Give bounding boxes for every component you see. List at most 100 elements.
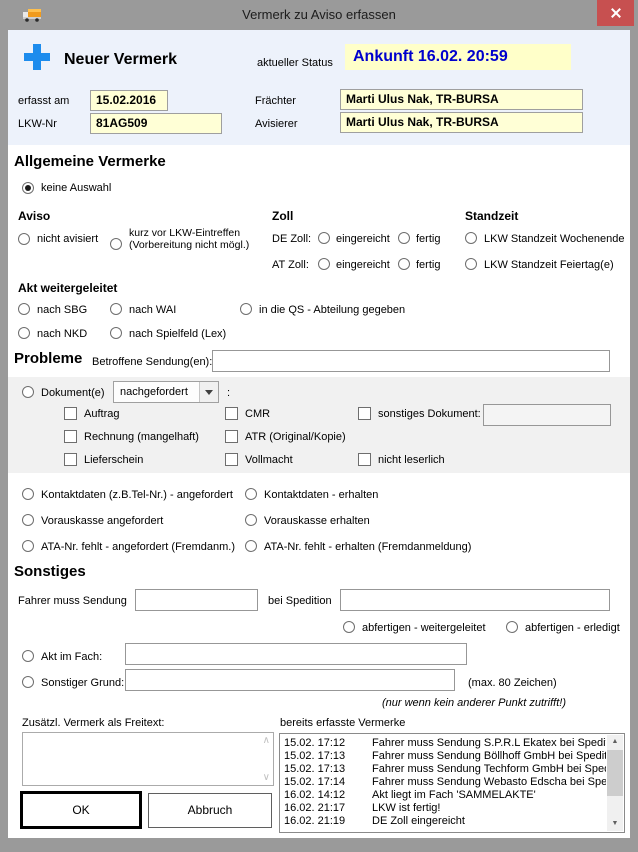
label-nach-nkd: nach NKD [37,328,87,340]
radio-nach-wai[interactable] [110,303,122,315]
list-item[interactable]: 16.02. 14:12Akt liegt im Fach 'SAMMELAKT… [284,789,606,802]
sonstiger-grund-input[interactable] [125,669,455,691]
label-nach-wai: nach WAI [129,304,176,316]
radio-qs-abteilung[interactable] [240,303,252,315]
bei-spedition-label: bei Spedition [268,595,332,607]
label-dokumente: Dokument(e) [41,387,105,399]
checkbox-cmr[interactable] [225,407,238,420]
window-title: Vermerk zu Aviso erfassen [0,7,638,22]
avisierer-field: Marti Ulus Nak, TR-BURSA [340,112,583,133]
list-item[interactable]: 15.02. 17:14Fahrer muss Sendung Webasto … [284,776,606,789]
checkbox-auftrag[interactable] [64,407,77,420]
dropdown-button[interactable] [199,382,218,402]
title-bar: Vermerk zu Aviso erfassen [0,0,638,30]
radio-at-zoll-fertig[interactable] [398,258,410,270]
radio-akt-im-fach[interactable] [22,650,34,662]
label-keine-auswahl: keine Auswahl [41,182,111,194]
fahrer-sendung-input[interactable] [135,589,258,611]
fraechter-label: Frächter [255,95,296,107]
freitext-textarea[interactable]: ∧ ∨ [22,732,274,786]
scrollbar-thumb[interactable] [607,750,623,796]
label-abfertigen-weitergeleitet: abfertigen - weitergeleitet [362,622,486,634]
radio-de-zoll-fertig[interactable] [398,232,410,244]
radio-nach-sbg[interactable] [18,303,30,315]
checkbox-rechnung[interactable] [64,430,77,443]
label-at-zoll-fertig: fertig [416,259,440,271]
scroll-up-icon[interactable]: ▲ [607,735,623,749]
radio-de-zoll-eingereicht[interactable] [318,232,330,244]
label-standzeit-wochenende: LKW Standzeit Wochenende [484,233,624,245]
akt-im-fach-input[interactable] [125,643,467,665]
list-item[interactable]: 15.02. 17:12Fahrer muss Sendung S.P.R.L … [284,737,606,750]
label-sonstiges-dokument: sonstiges Dokument: [378,408,481,420]
radio-dokumente[interactable] [22,386,34,398]
label-de-zoll: DE Zoll: [272,233,311,245]
label-at-zoll: AT Zoll: [272,259,309,271]
checkbox-nicht-leserlich[interactable] [358,453,371,466]
radio-kurz-vor-eintreffen[interactable] [110,238,122,250]
label-rechnung: Rechnung (mangelhaft) [84,431,199,443]
spedition-input[interactable] [340,589,610,611]
freitext-label: Zusätzl. Vermerk als Freitext: [22,717,164,729]
label-atr: ATR (Original/Kopie) [245,431,346,443]
ok-button[interactable]: OK [20,791,142,829]
list-item[interactable]: 15.02. 17:13Fahrer muss Sendung Techform… [284,763,606,776]
label-qs-abteilung: in die QS - Abteilung gegeben [259,304,405,316]
list-item[interactable]: 16.02. 21:19DE Zoll eingereicht [284,815,606,828]
radio-keine-auswahl[interactable] [22,182,34,194]
close-button[interactable] [597,0,634,26]
radio-vorauskasse-angefordert[interactable] [22,514,34,526]
fraechter-field: Marti Ulus Nak, TR-BURSA [340,89,583,110]
list-item[interactable]: 16.02. 21:17LKW ist fertig! [284,802,606,815]
radio-vorauskasse-erhalten[interactable] [245,514,257,526]
label-kurz-vor-eintreffen: kurz vor LKW-Eintreffen (Vorbereitung ni… [129,227,249,251]
list-scrollbar[interactable]: ▲ ▼ [607,735,623,831]
lkw-nr-label: LKW-Nr [18,118,57,130]
checkbox-vollmacht[interactable] [225,453,238,466]
label-kontaktdaten-angefordert: Kontaktdaten (z.B.Tel-Nr.) - angefordert [41,489,233,501]
dropdown-arrow-icon [205,390,213,395]
radio-kontaktdaten-angefordert[interactable] [22,488,34,500]
label-ata-erhalten: ATA-Nr. fehlt - erhalten (Fremdanmeldung… [264,541,471,553]
list-item[interactable]: 15.02. 17:13Fahrer muss Sendung Böllhoff… [284,750,606,763]
subheading-zoll: Zoll [272,209,293,223]
radio-nach-spielfeld[interactable] [110,327,122,339]
checkbox-sonstiges-dokument[interactable] [358,407,371,420]
radio-standzeit-wochenende[interactable] [465,232,477,244]
textarea-scroll-up-icon[interactable]: ∧ [263,735,270,746]
label-kontaktdaten-erhalten: Kontaktdaten - erhalten [264,489,378,501]
betroffene-sendungen-input[interactable] [212,350,610,372]
radio-sonstiger-grund[interactable] [22,676,34,688]
textarea-scroll-down-icon[interactable]: ∨ [263,772,270,783]
checkbox-lieferschein[interactable] [64,453,77,466]
label-abfertigen-erledigt: abfertigen - erledigt [525,622,620,634]
label-de-zoll-fertig: fertig [416,233,440,245]
label-ata-angefordert: ATA-Nr. fehlt - angefordert (Fremdanm.) [41,541,235,553]
section-sonstiges: Sonstiges [14,563,86,580]
checkbox-atr[interactable] [225,430,238,443]
radio-nicht-avisiert[interactable] [18,233,30,245]
dialog-window: { "window": { "title": "Vermerk zu Aviso… [0,0,638,852]
label-de-zoll-eingereicht: eingereicht [336,233,390,245]
label-lieferschein: Lieferschein [84,454,143,466]
sonstiges-dokument-input[interactable] [483,404,611,426]
radio-nach-nkd[interactable] [18,327,30,339]
radio-ata-erhalten[interactable] [245,540,257,552]
label-nicht-avisiert: nicht avisiert [37,233,98,245]
abbruch-button[interactable]: Abbruch [148,793,272,828]
radio-at-zoll-eingereicht[interactable] [318,258,330,270]
label-vorauskasse-angefordert: Vorauskasse angefordert [41,515,163,527]
radio-ata-angefordert[interactable] [22,540,34,552]
status-label: aktueller Status [257,57,333,69]
radio-standzeit-feiertag[interactable] [465,258,477,270]
label-nicht-leserlich: nicht leserlich [378,454,445,466]
dokumente-dropdown[interactable]: nachgefordert [113,381,219,403]
radio-kontaktdaten-erhalten[interactable] [245,488,257,500]
max-zeichen-label: (max. 80 Zeichen) [468,677,557,689]
vermerke-list: 15.02. 17:12Fahrer muss Sendung S.P.R.L … [279,733,625,833]
radio-abfertigen-erledigt[interactable] [506,621,518,633]
scroll-down-icon[interactable]: ▼ [607,817,623,831]
plus-icon [24,44,50,70]
section-probleme: Probleme [14,350,82,367]
radio-abfertigen-weitergeleitet[interactable] [343,621,355,633]
